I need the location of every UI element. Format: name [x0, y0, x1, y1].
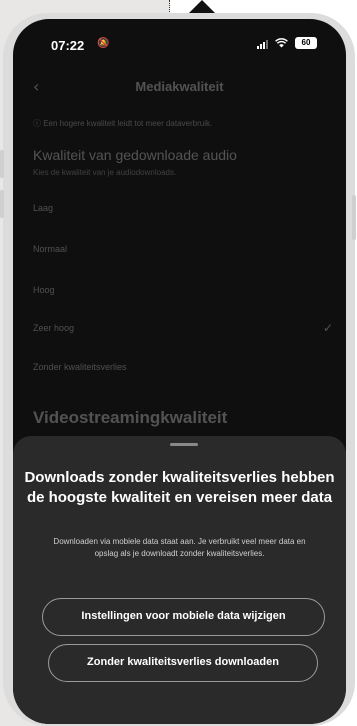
wifi-icon — [275, 37, 288, 51]
option-laag[interactable]: Laag — [33, 203, 333, 213]
info-note: ⓘ Een hogere kwaliteit leidt tot meer da… — [33, 119, 213, 128]
option-label: Zeer hoog — [33, 323, 75, 333]
battery-icon: 60 — [295, 37, 317, 49]
phone-screen: 07:22 🔕 60 ‹ Mediakwaliteit ⓘ Een hogere… — [13, 19, 346, 724]
check-icon: ✓ — [322, 321, 333, 335]
audio-section-heading: Kwaliteit van gedownloade audio — [33, 147, 237, 163]
option-hoog[interactable]: Hoog — [33, 285, 333, 295]
option-label: Laag — [33, 203, 54, 213]
sheet-title: Downloads zonder kwaliteitsverlies hebbe… — [24, 469, 335, 506]
option-label: Zonder kwaliteitsverlies — [33, 362, 127, 372]
sheet-drag-handle[interactable] — [170, 443, 198, 446]
volume-button — [0, 190, 4, 218]
option-label: Hoog — [33, 285, 55, 295]
download-lossless-button[interactable]: Zonder kwaliteitsverlies downloaden — [48, 644, 318, 682]
video-section-heading: Videostreamingkwaliteit — [33, 408, 228, 427]
audio-section-subtitle: Kies de kwaliteit van je audiodownloads. — [33, 168, 177, 177]
sheet-body: Downloaden via mobiele data staat aan. J… — [53, 537, 306, 558]
pointer-triangle-icon — [188, 0, 216, 14]
bottom-sheet: Downloads zonder kwaliteitsverlies hebbe… — [13, 436, 346, 724]
status-bar: 07:22 🔕 60 — [13, 19, 346, 59]
top-nav: ‹ Mediakwaliteit — [13, 73, 346, 103]
page-title: Mediakwaliteit — [135, 79, 224, 94]
option-normaal[interactable]: Normaal — [33, 244, 333, 254]
option-label: Normaal — [33, 244, 68, 254]
option-zonder-kwaliteitsverlies[interactable]: Zonder kwaliteitsverlies — [33, 362, 333, 372]
muted-bell-icon: 🔕 — [97, 38, 110, 49]
option-zeer-hoog[interactable]: Zeer hoog ✓ — [33, 321, 333, 335]
power-button — [352, 195, 356, 240]
status-time: 07:22 — [51, 38, 85, 53]
volume-button — [0, 150, 4, 178]
signal-icon — [257, 40, 268, 49]
change-mobile-data-settings-button[interactable]: Instellingen voor mobiele data wijzigen — [42, 598, 325, 636]
